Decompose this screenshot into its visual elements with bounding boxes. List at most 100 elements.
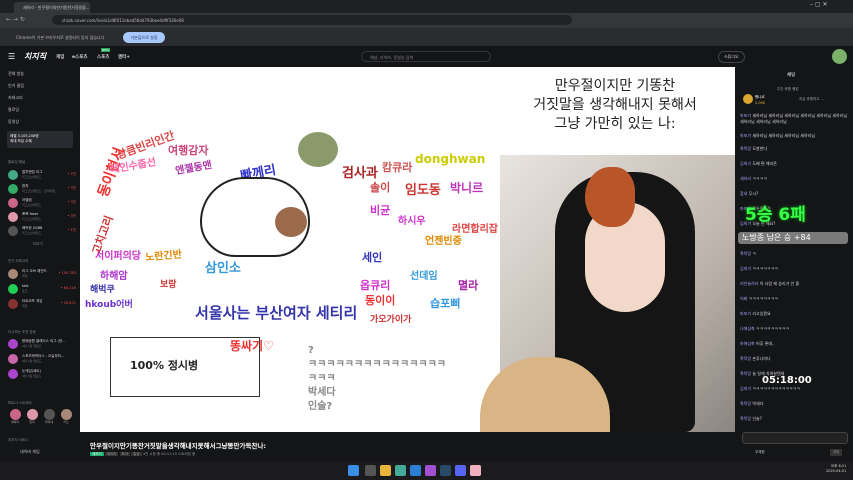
- sidebar-channel[interactable]: 한치 리그오브레전드 · 전략게임 • 3천: [8, 184, 76, 196]
- chat-message[interactable]: 나애삼축 ㅋㅋㅋㅋㅋㅋㅋㅋㅋ: [740, 326, 850, 332]
- nav-enter[interactable]: 엔터+: [118, 54, 130, 60]
- sidebar-item-videos[interactable]: 동영상: [8, 119, 19, 125]
- promo-banner[interactable]: 레벨 3,105,208명 최대 보급 수혜: [7, 131, 73, 148]
- profile-avatar[interactable]: [832, 49, 847, 64]
- chat-message[interactable]: 흑묵망 도봉한다: [740, 146, 850, 152]
- studio-button[interactable]: 스튜디오: [718, 51, 745, 63]
- file-explorer-icon[interactable]: [380, 465, 391, 476]
- points-label[interactable]: 무제한: [755, 450, 765, 455]
- clock[interactable]: 오후 6:21 2025-04-01: [826, 464, 846, 473]
- chat-message[interactable]: 흑묵망 인술?: [740, 416, 850, 422]
- sidebar-channel[interactable]: 얼투랜덤 리그 리그오브레전드 • 7천: [8, 170, 76, 182]
- sidebar-channel[interactable]: 한때공원 클래식스 리그 (한... 4월 1일 업로드: [8, 339, 76, 351]
- start-icon[interactable]: [348, 465, 359, 476]
- chrome-icon[interactable]: [395, 465, 406, 476]
- search-input[interactable]: 채널, 라이브, 동영상 검색: [361, 51, 491, 62]
- partner-streamer[interactable]: 카노: [59, 409, 73, 424]
- service-naver-game[interactable]: 네이버 게임: [20, 449, 40, 455]
- sidebar-channel[interactable]: 뽀뽀 faker 리그오브레전드 • 3천: [8, 212, 76, 224]
- chicken-sticker: [585, 167, 635, 227]
- sidebar-channel[interactable]: talk 토크 • 64,216: [8, 284, 76, 296]
- channel-avatar: [8, 198, 18, 208]
- send-button[interactable]: 채팅: [830, 449, 843, 456]
- app-icon[interactable]: [470, 465, 481, 476]
- sidebar-item-following[interactable]: 팔로잉: [8, 107, 19, 113]
- partner-streamer[interactable]: 릴리: [25, 409, 39, 424]
- chat-username[interactable]: 김희기: [740, 386, 751, 391]
- chat-username[interactable]: 어쩌: [740, 296, 747, 301]
- chat-username[interactable]: 마애삼축: [740, 341, 755, 346]
- nav-sports[interactable]: 스포츠: [97, 54, 109, 60]
- chat-message[interactable]: 김희기 ㅋㅋㅋㅋㅋㅋㅋ: [740, 266, 850, 272]
- stream-meta: 세하리 세하리 토크 일상 4천 시청 중 00:11:15 스트리밍 중: [90, 452, 195, 457]
- sidebar-item-all[interactable]: 전체 방송: [8, 71, 24, 77]
- browser-tab[interactable]: 세하리 - 만우절이지만기똥찬거짓말을...: [14, 2, 90, 13]
- chat-message[interactable]: 마애삼축 어휴 롯데..: [740, 341, 850, 347]
- chat-username[interactable]: 마포기: [740, 113, 751, 118]
- chat-message[interactable]: 마포기 세하리님 세하리님 세하리님 세하리님: [740, 133, 850, 139]
- chat-text: 세하리님 세하리님 세하리님 세하리님: [752, 133, 816, 138]
- chat-username[interactable]: 흑묵망: [740, 401, 751, 406]
- discord-icon[interactable]: [455, 465, 466, 476]
- chat-username[interactable]: 참새: [740, 191, 747, 196]
- sidebar-channel[interactable]: 스포츠캐릭터스 - 오늘부터... 4월 1일 업로드: [8, 354, 76, 366]
- tag[interactable]: 일상: [131, 452, 142, 456]
- chat-username[interactable]: 김희기: [740, 266, 751, 271]
- chat-input[interactable]: [742, 432, 848, 444]
- nav-esports[interactable]: e스포츠: [72, 54, 87, 60]
- sidebar-channel[interactable]: 눈게임(세트) 4월 1일 업로드: [8, 369, 76, 381]
- chat-username[interactable]: 나애삼축: [740, 326, 755, 331]
- chat-message[interactable]: 세하리 ㅋㅋㅋㅋ: [740, 176, 850, 182]
- top-donor[interactable]: 빵나르: [755, 95, 765, 100]
- chat-username[interactable]: 흑묵망: [740, 356, 751, 361]
- ranking-hint[interactable]: 지금 후원하고 ...: [799, 97, 824, 102]
- set-default-button[interactable]: 기본값으로 설정: [123, 32, 165, 43]
- tag[interactable]: 세하리: [104, 452, 119, 456]
- chat-username[interactable]: 흑묵망: [740, 416, 751, 421]
- sidebar-channel[interactable]: 아벨림 리그오브레전드 • 3천: [8, 198, 76, 210]
- chat-username[interactable]: 김희기: [740, 161, 751, 166]
- chat-username[interactable]: 흑묵망: [740, 146, 751, 151]
- chat-message[interactable]: 마포기 리고있뭔요: [740, 311, 850, 317]
- chat-message[interactable]: 리안놀려라 이 사람 왜 승리가 안 올: [740, 281, 850, 287]
- chat-message[interactable]: 김희기 ㅋㅋㅋㅋㅋㅋㅋㅋㅋㅋㅋㅋㅋ: [740, 386, 850, 392]
- chat-username[interactable]: 마포기: [740, 133, 751, 138]
- chat-message[interactable]: 마포기 세하리님 세하리님 세하리님 세하리님 세하리님 세하리님 세하리님 세…: [740, 113, 850, 125]
- streamer-name[interactable]: 세하리: [90, 452, 104, 456]
- sidebar-channel[interactable]: 리그 오브 레전드 게임 • 105,783: [8, 269, 76, 281]
- drawn-word: 보랑: [160, 280, 177, 290]
- chat-message[interactable]: 참새 무시?: [740, 191, 850, 197]
- chat-message[interactable]: 흑묵망 ㅋ: [740, 251, 850, 257]
- sidebar-item-clips[interactable]: 인기 클립: [8, 83, 24, 89]
- chat-message[interactable]: 어쩌 ㅋㅋㅋㅋㅋㅋㅋㅋ: [740, 296, 850, 302]
- tag[interactable]: 토크: [119, 452, 131, 456]
- back-icon[interactable]: ← → ↻: [6, 16, 25, 23]
- chat-username[interactable]: 흑묵망: [740, 251, 751, 256]
- video-player[interactable]: 동이현서 상큼빈리인간 데인수줍선 여행감자 엔젤동맨 빠께리 검사과 캄큐라 donghwan…: [80, 67, 735, 432]
- steam-icon[interactable]: [440, 465, 451, 476]
- drawn-cat-patch: [275, 207, 307, 237]
- chat-message[interactable]: 흑묵망 박세다: [740, 401, 850, 407]
- app-icon[interactable]: [425, 465, 436, 476]
- chzzk-logo[interactable]: 치지직: [24, 51, 46, 62]
- chat-username[interactable]: 흑묵망: [740, 371, 751, 376]
- edge-icon[interactable]: [410, 465, 421, 476]
- menu-icon[interactable]: ☰: [8, 52, 15, 61]
- chat-message[interactable]: 흑묵망 손푸나미나: [740, 356, 850, 362]
- chat-message[interactable]: 김희기 도배 편 해리즌: [740, 161, 850, 167]
- nav-game[interactable]: 게임: [56, 54, 64, 60]
- chat-username[interactable]: 세하리: [740, 176, 751, 181]
- sidebar-item-category[interactable]: 카테고리: [8, 95, 23, 101]
- search-icon[interactable]: [365, 465, 376, 476]
- url-input[interactable]: chzzk.naver.com/live/a1d8f011ebad56dd793…: [52, 15, 572, 25]
- more-link[interactable]: 더보기: [33, 242, 43, 247]
- partner-streamer[interactable]: 라비네: [42, 409, 56, 424]
- window-controls-icon[interactable]: – ▢ ✕: [810, 1, 828, 8]
- partner-streamer[interactable]: 세하리: [8, 409, 22, 424]
- drawn-chat-line: ㅋㅋㅋㅋㅋㅋㅋㅋㅋㅋㅋㅋㅋㅋㅋ: [308, 359, 446, 370]
- sidebar-channel[interactable]: 타르코프 게임 게임 • 16,871: [8, 299, 76, 311]
- chat-username[interactable]: 마포기: [740, 311, 751, 316]
- channel-sub: 토크: [22, 289, 28, 293]
- sidebar-channel[interactable]: 해커한 JOJBB 리그오브레전드 • 1천: [8, 226, 76, 238]
- chat-username[interactable]: 리안놀려라: [740, 281, 758, 286]
